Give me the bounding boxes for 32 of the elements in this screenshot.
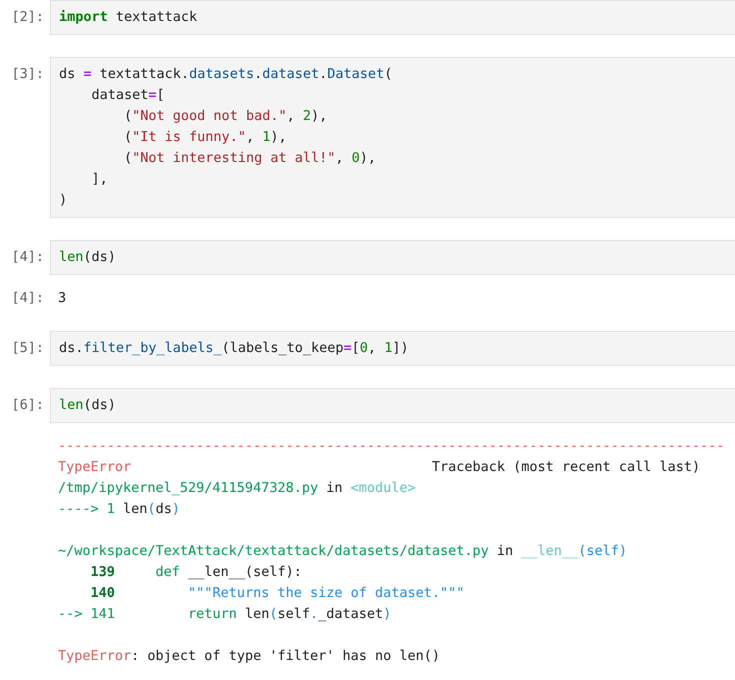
cell-prompt: [2]:: [10, 8, 45, 27]
code-line: ds.filter_by_labels_(labels_to_keep=[0, 1]): [59, 339, 410, 358]
traceback-line: 140 """Returns the size of dataset.""": [90, 584, 466, 603]
code-cell[interactable]: import textattack: [50, 0, 735, 35]
code-line: ],: [90, 170, 109, 189]
cell-prompt: [3]:: [10, 65, 45, 84]
traceback-line: ~/workspace/TextAttack/textattack/datasets/dataset.py in __len__(self): [58, 542, 628, 561]
code-cell[interactable]: ds = textattack.datasets.dataset.Dataset( dataset=[ ("Not good not bad.", 2), ("It is funny.", 1), ("Not interesting at all!", 0), ], ): [50, 57, 735, 218]
traceback-line: --> 141 return len(self._dataset): [58, 605, 392, 624]
code-line: ("Not interesting at all!", 0),: [123, 149, 378, 168]
code-line: len(ds): [59, 396, 117, 415]
code-cell[interactable]: len(ds): [50, 240, 735, 275]
code-line: len(ds): [59, 248, 117, 267]
traceback-line: TypeError Traceback (most recent call last): [58, 458, 702, 477]
cell-prompt: [4]:: [10, 248, 45, 267]
code-line: ): [59, 191, 68, 210]
code-line: dataset=[: [90, 86, 166, 105]
code-line: ("It is funny.", 1),: [123, 128, 288, 147]
cell-prompt: [5]:: [10, 339, 45, 358]
traceback-line: ----------------------------------------------------------------------------------: [58, 437, 726, 456]
traceback-line: TypeError: object of type 'filter' has no len(): [58, 647, 442, 666]
output-line: 3: [58, 289, 68, 308]
traceback-line: ----> 1 len(ds): [58, 500, 181, 519]
cell-prompt: [4]:: [10, 289, 45, 308]
code-line: import textattack: [59, 8, 198, 27]
cell-prompt: [6]:: [10, 396, 45, 415]
code-line: ("Not good not bad.", 2),: [123, 107, 328, 126]
code-cell[interactable]: ds.filter_by_labels_(labels_to_keep=[0, 1]): [50, 331, 735, 366]
traceback-line: 139 def __len__(self):: [90, 563, 303, 582]
code-line: ds = textattack.datasets.dataset.Dataset(: [59, 65, 394, 84]
code-cell[interactable]: len(ds): [50, 388, 735, 423]
traceback-line: /tmp/ipykernel_529/4115947328.py in <module>: [58, 479, 417, 498]
